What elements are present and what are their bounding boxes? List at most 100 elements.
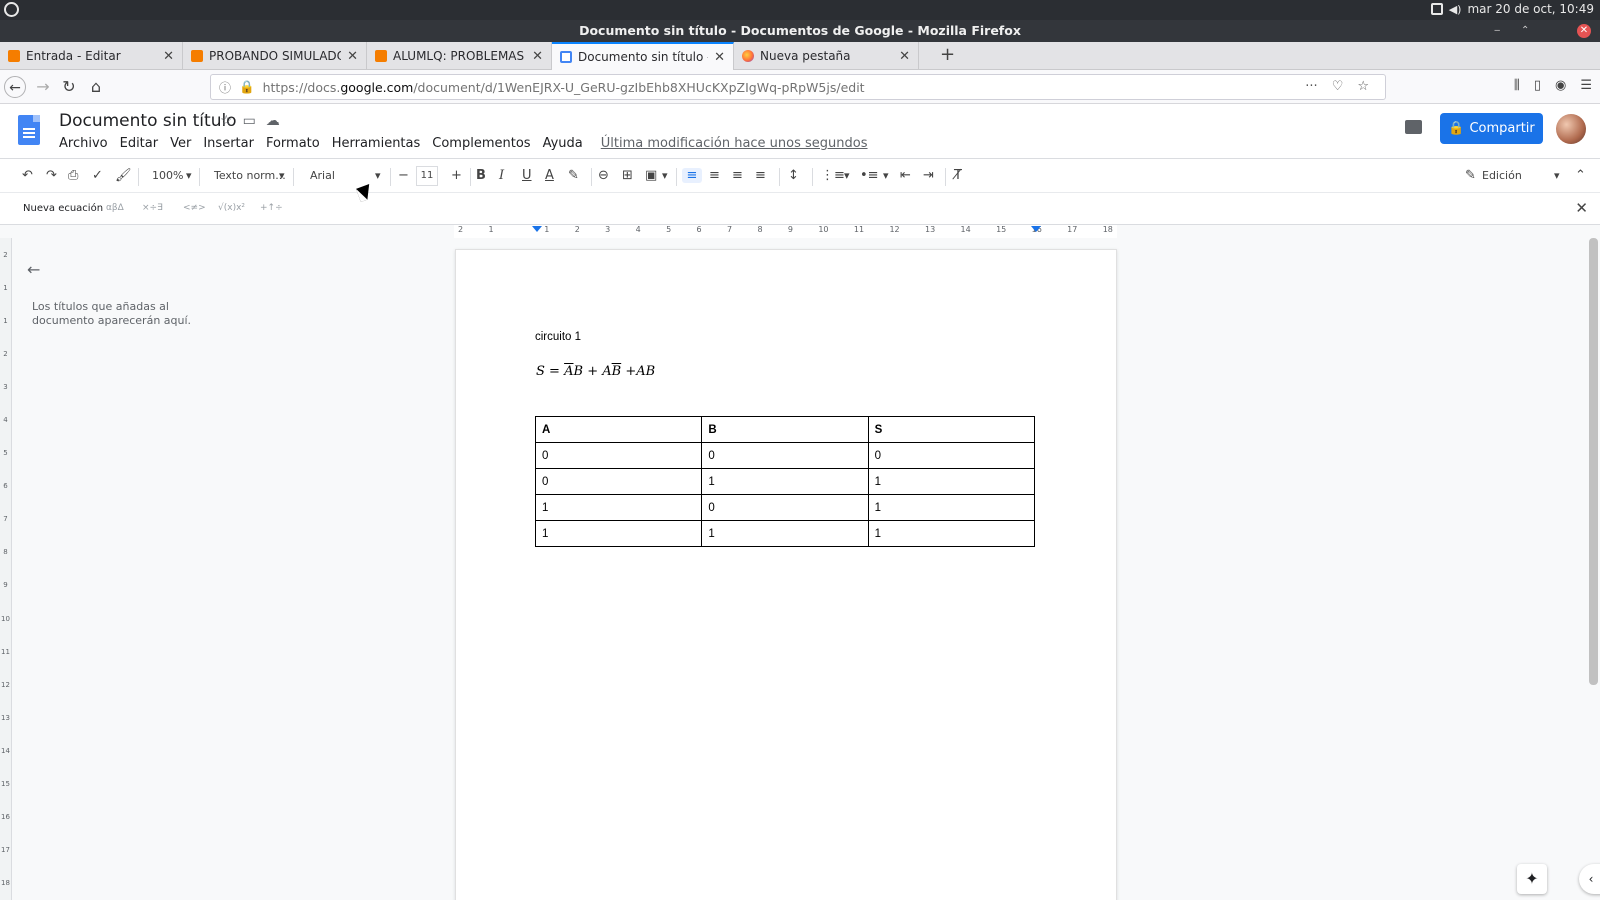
info-icon[interactable]: ⓘ [219, 79, 231, 96]
relations-menu[interactable]: <≠> [183, 203, 206, 213]
docs-logo-icon[interactable] [18, 115, 40, 145]
underline-icon[interactable]: U [522, 168, 532, 183]
font-select[interactable]: Arial [310, 169, 335, 182]
line-spacing-icon[interactable]: ↕ [788, 168, 799, 183]
lock-icon[interactable]: 🔒 [239, 79, 255, 95]
clear-formatting-icon[interactable]: T̸ [954, 168, 962, 183]
redo-icon[interactable]: ↷ [46, 168, 57, 183]
table-cell[interactable]: 0 [701, 494, 869, 521]
align-right-icon[interactable]: ≡ [732, 168, 743, 183]
collapse-menus-icon[interactable]: ⌃ [1575, 168, 1586, 183]
hamburger-menu-icon[interactable]: ☰ [1580, 78, 1592, 93]
table-cell[interactable]: 0 [867, 442, 1036, 469]
page-actions-icon[interactable]: ··· [1305, 79, 1317, 94]
menu-ver[interactable]: Ver [170, 136, 191, 151]
tab-documento[interactable]: Documento sin título - D ✕ [552, 42, 734, 70]
close-tab-icon[interactable]: ✕ [347, 49, 358, 64]
tab-entrada-editar[interactable]: Entrada - Editar ✕ [0, 42, 183, 70]
align-left-icon[interactable]: ≡ [682, 168, 702, 183]
forward-icon[interactable]: → [32, 76, 54, 98]
numbered-list-icon[interactable]: ⋮≡ [821, 168, 845, 183]
close-tab-icon[interactable]: ✕ [532, 49, 543, 64]
math-operations-menu[interactable]: √(x)x² [218, 203, 245, 213]
editing-mode-select[interactable]: Edición [1482, 169, 1522, 182]
library-icon[interactable]: ⫼ [1514, 78, 1520, 93]
right-indent-marker[interactable] [1031, 226, 1041, 232]
greek-letters-menu[interactable]: αβΔ [106, 203, 124, 213]
zoom-select[interactable]: 100% [152, 169, 183, 182]
close-tab-icon[interactable]: ✕ [714, 50, 725, 65]
back-icon[interactable]: ← [4, 76, 26, 98]
table-cell[interactable]: 1 [701, 468, 869, 495]
table-cell[interactable]: 1 [867, 468, 1036, 495]
text-color-icon[interactable]: A [545, 168, 554, 183]
os-menu-icon[interactable] [4, 2, 19, 17]
table-cell[interactable]: 1 [534, 520, 703, 547]
bold-icon[interactable]: B [476, 168, 486, 183]
table-cell[interactable]: 1 [867, 520, 1036, 547]
document-title[interactable]: Documento sin título [59, 111, 237, 131]
decrease-indent-icon[interactable]: ⇤ [900, 168, 911, 183]
account-icon[interactable]: ◉ [1555, 78, 1566, 93]
close-tab-icon[interactable]: ✕ [899, 49, 910, 64]
table-cell[interactable]: 0 [534, 442, 703, 469]
minimize-icon[interactable]: ‒ [1494, 25, 1500, 36]
tab-nueva-pestana[interactable]: Nueva pestaña ✕ [734, 42, 919, 70]
tab-probando[interactable]: PROBANDO SIMULADO ✕ [183, 42, 367, 70]
new-equation-button[interactable]: Nueva ecuación [23, 203, 103, 214]
tab-alumlq[interactable]: ALUMLQ: PROBLEMAS ✕ [367, 42, 552, 70]
close-outline-icon[interactable]: ← [27, 260, 40, 279]
chevron-down-icon[interactable]: ▾ [844, 169, 850, 182]
insert-image-icon[interactable]: ▣ [645, 168, 657, 183]
italic-icon[interactable]: I [499, 168, 504, 183]
bookmark-star-icon[interactable]: ☆ [1357, 79, 1369, 94]
document-paragraph[interactable]: circuito 1 [535, 331, 581, 343]
reload-icon[interactable]: ↻ [58, 76, 80, 98]
os-clock[interactable]: mar 20 de oct, 10:49 [1467, 2, 1594, 16]
sidebar-icon[interactable]: ▯ [1534, 78, 1541, 93]
highlight-color-icon[interactable]: ✎ [568, 168, 579, 183]
equation[interactable]: S = AB + AB +AB [536, 364, 655, 379]
close-equation-bar-icon[interactable]: ✕ [1575, 199, 1588, 217]
chevron-down-icon[interactable]: ▾ [375, 169, 381, 182]
last-edit-link[interactable]: Última modificación hace unos segundos [601, 136, 868, 151]
table-cell[interactable]: 1 [867, 494, 1036, 521]
font-size-input[interactable]: 11 [416, 166, 438, 186]
star-icon[interactable]: ☆ [220, 113, 233, 129]
chevron-down-icon[interactable]: ▾ [883, 169, 889, 182]
chevron-down-icon[interactable]: ▾ [186, 169, 192, 182]
bulleted-list-icon[interactable]: •≡ [860, 168, 879, 183]
print-icon[interactable]: ⎙ [68, 168, 78, 183]
table-cell[interactable]: 0 [534, 468, 703, 495]
volume-icon[interactable]: ◀) [1449, 3, 1462, 16]
maximize-icon[interactable]: ⌃ [1521, 25, 1529, 36]
vertical-scrollbar[interactable] [1589, 238, 1598, 685]
document-page[interactable]: circuito 1 S = AB + AB +AB A B S 0 0 0 0… [455, 249, 1117, 900]
chevron-down-icon[interactable]: ▾ [662, 169, 668, 182]
operators-menu[interactable]: ×÷∃ [142, 203, 163, 213]
table-cell[interactable]: 0 [701, 442, 869, 469]
pocket-icon[interactable]: ♡ [1332, 79, 1344, 94]
close-window-icon[interactable]: ✕ [1577, 24, 1591, 38]
paint-format-icon[interactable]: 🖌 [115, 168, 132, 183]
increase-font-size-icon[interactable]: + [451, 168, 462, 183]
table-cell[interactable]: 1 [534, 494, 703, 521]
truth-table[interactable]: A B S 0 0 0 0 1 1 1 0 1 1 1 1 [534, 416, 1036, 547]
share-button[interactable]: 🔒 Compartir [1440, 113, 1543, 144]
cloud-status-icon[interactable]: ☁ [266, 113, 280, 129]
menu-ayuda[interactable]: Ayuda [543, 136, 583, 151]
comments-icon[interactable] [1405, 120, 1422, 134]
new-tab-icon[interactable]: + [940, 44, 955, 65]
undo-icon[interactable]: ↶ [22, 168, 33, 183]
link-icon[interactable]: ⊖ [598, 168, 609, 183]
add-comment-icon[interactable]: ⊞ [622, 168, 633, 183]
menu-insertar[interactable]: Insertar [203, 136, 254, 151]
table-header-cell[interactable]: B [701, 416, 869, 443]
close-tab-icon[interactable]: ✕ [163, 49, 174, 64]
chevron-down-icon[interactable]: ▾ [279, 169, 285, 182]
explore-icon[interactable]: ✦ [1517, 864, 1547, 894]
increase-indent-icon[interactable]: ⇥ [923, 168, 934, 183]
move-folder-icon[interactable]: ▭ [243, 113, 256, 129]
table-header-cell[interactable]: S [867, 416, 1036, 443]
decrease-font-size-icon[interactable]: − [398, 168, 409, 183]
